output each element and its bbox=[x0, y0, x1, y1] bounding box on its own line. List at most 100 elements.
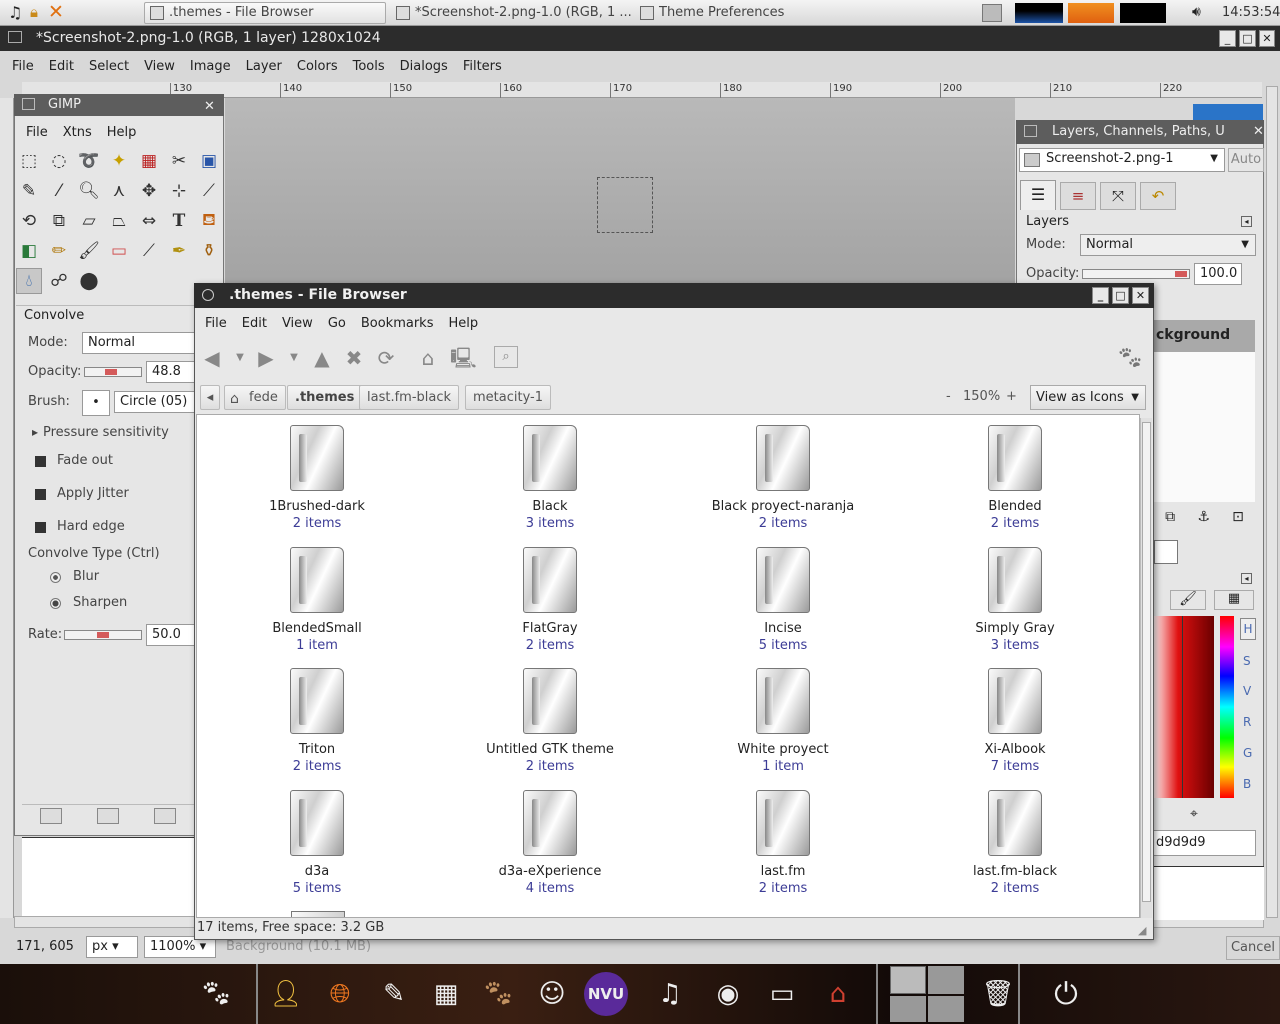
menu-bookmarks[interactable]: Bookmarks bbox=[361, 316, 434, 331]
menu-tools[interactable]: Tools bbox=[353, 59, 385, 74]
eraser-icon[interactable]: ▭ bbox=[106, 238, 132, 264]
calculator-icon[interactable]: ▦ bbox=[424, 972, 468, 1016]
fuzzy-select-icon[interactable]: ✦ bbox=[106, 148, 132, 174]
menu-layer[interactable]: Layer bbox=[246, 59, 282, 74]
file-icon-view[interactable]: 1Brushed-dark 2 items Black 3 items Black … bbox=[196, 414, 1140, 918]
tab-menu-icon[interactable]: ◂ bbox=[1241, 573, 1252, 584]
scroll-thumb[interactable] bbox=[1142, 422, 1151, 902]
tab-s[interactable]: S bbox=[1243, 654, 1251, 668]
dodge-burn-icon[interactable]: ⬤ bbox=[76, 268, 102, 294]
menu-help[interactable]: Help bbox=[448, 316, 478, 331]
clone-icon[interactable]: ⚱ bbox=[196, 238, 222, 264]
workspace-3[interactable] bbox=[890, 996, 926, 1022]
menu-go[interactable]: Go bbox=[328, 316, 346, 331]
stop-icon[interactable]: ✖ bbox=[342, 346, 366, 370]
sharpen-radio[interactable] bbox=[50, 598, 61, 609]
power-icon[interactable]: ⏻ bbox=[1044, 972, 1088, 1016]
color-swatch[interactable] bbox=[1154, 540, 1178, 564]
task-gimp-image[interactable]: *Screenshot-2.png-1.0 (RGB, 1 ... bbox=[390, 2, 632, 24]
view-mode-select[interactable]: View as Icons ▼ bbox=[1030, 385, 1146, 410]
restore-options-icon[interactable] bbox=[96, 807, 119, 824]
airbrush-icon[interactable]: ⟋ bbox=[136, 238, 162, 264]
zoom-out-button[interactable]: - bbox=[946, 389, 951, 404]
perspective-icon[interactable]: ⏢ bbox=[106, 208, 132, 234]
vertical-ruler[interactable] bbox=[0, 98, 14, 918]
color-picker-icon[interactable]: ⌖ bbox=[1190, 806, 1198, 822]
folder-item[interactable]: d3a 5 items bbox=[217, 790, 417, 897]
maximize-button[interactable]: □ bbox=[1239, 30, 1256, 47]
ink-icon[interactable]: ✒ bbox=[166, 238, 192, 264]
text-icon[interactable]: T bbox=[166, 208, 192, 234]
close-icon[interactable]: ✕ bbox=[204, 96, 215, 118]
rate-input[interactable]: 50.0 bbox=[146, 624, 194, 646]
apply-jitter-checkbox[interactable] bbox=[35, 489, 46, 500]
bucket-fill-icon[interactable]: ⛾ bbox=[196, 208, 222, 234]
image-canvas[interactable] bbox=[225, 98, 1263, 284]
color-select-icon[interactable]: ▦ bbox=[136, 148, 162, 174]
color-palette-icon[interactable]: ▦ bbox=[1214, 590, 1254, 610]
folder-item[interactable]: Simply Gray 3 items bbox=[915, 547, 1115, 654]
paths-icon[interactable]: ✎ bbox=[16, 178, 42, 204]
workspace-1[interactable] bbox=[890, 966, 926, 994]
user-icon[interactable]: 👤︎ bbox=[264, 972, 308, 1016]
window-menu-icon[interactable] bbox=[202, 289, 214, 301]
volume-icon[interactable]: 🔊︎ bbox=[1192, 4, 1201, 20]
unit-select[interactable]: px ▾ bbox=[86, 936, 138, 958]
tab-h[interactable]: H bbox=[1240, 618, 1256, 640]
delete-layer-icon[interactable]: ⊡ bbox=[1232, 509, 1244, 525]
computer-icon[interactable]: 🖳︎ bbox=[450, 346, 477, 370]
speaker-icon[interactable]: ◉ bbox=[706, 972, 750, 1016]
paintbrush-icon[interactable]: 🖌︎ bbox=[76, 238, 102, 264]
tab-b[interactable]: B bbox=[1243, 777, 1251, 791]
foot-icon[interactable]: 🐾︎ bbox=[194, 972, 238, 1016]
brush-name[interactable]: Circle (05) bbox=[114, 391, 194, 413]
scissors-icon[interactable]: ✂ bbox=[166, 148, 192, 174]
tab-v[interactable]: V bbox=[1243, 684, 1251, 698]
resize-grip-icon[interactable]: ◢ bbox=[1138, 924, 1146, 937]
color-picker-icon[interactable]: ⁄ bbox=[46, 178, 72, 204]
tab-layers[interactable]: ☰ bbox=[1020, 180, 1056, 210]
workspace-4[interactable] bbox=[928, 996, 964, 1022]
menu-colors[interactable]: Colors bbox=[297, 59, 338, 74]
folder-item[interactable]: Blended 2 items bbox=[915, 425, 1115, 532]
zoom-icon[interactable]: 🔍︎ bbox=[76, 178, 102, 204]
blend-icon[interactable]: ◧ bbox=[16, 238, 42, 264]
folder-item[interactable]: Black 3 items bbox=[450, 425, 650, 532]
reload-icon[interactable]: ⟳ bbox=[374, 346, 398, 370]
close-button[interactable]: ✕ bbox=[1132, 287, 1149, 304]
pencil-icon[interactable]: ✏ bbox=[46, 238, 72, 264]
smudge-icon[interactable]: ☍ bbox=[46, 268, 72, 294]
layer-opacity-slider[interactable] bbox=[1082, 269, 1190, 279]
task-theme-preferences[interactable]: Theme Preferences bbox=[634, 2, 834, 24]
cpu-graph[interactable] bbox=[1015, 3, 1063, 23]
measure-icon[interactable]: ⋏ bbox=[106, 178, 132, 204]
folder-item[interactable]: Untitled GTK theme 2 items bbox=[450, 668, 650, 775]
menu-edit[interactable]: Edit bbox=[242, 316, 267, 331]
menu-help[interactable]: Help bbox=[107, 125, 137, 140]
clock[interactable]: 14:53:54 bbox=[1222, 5, 1280, 20]
music-note-icon[interactable]: ♫ bbox=[8, 3, 22, 22]
brush-color-icon[interactable]: 🖌︎ bbox=[1170, 590, 1206, 610]
menu-xtns[interactable]: Xtns bbox=[63, 125, 92, 140]
task-file-browser[interactable]: .themes - File Browser bbox=[144, 2, 386, 24]
breadcrumb-lastfm-black[interactable]: last.fm-black bbox=[359, 385, 460, 410]
monitor-icon[interactable] bbox=[982, 4, 1002, 22]
tab-undo[interactable]: ↶ bbox=[1140, 182, 1176, 210]
tab-channels[interactable]: ≡ bbox=[1060, 182, 1096, 210]
hex-input[interactable]: d9d9d9 bbox=[1150, 830, 1256, 856]
nvu-icon[interactable]: NVU bbox=[584, 972, 628, 1016]
menu-image[interactable]: Image bbox=[190, 59, 231, 74]
scale-icon[interactable]: ⧉ bbox=[46, 208, 72, 234]
menu-file[interactable]: File bbox=[205, 316, 227, 331]
tab-menu-icon[interactable]: ◂ bbox=[1241, 216, 1252, 227]
fade-out-checkbox[interactable] bbox=[35, 456, 46, 467]
forward-icon[interactable]: ▶ bbox=[254, 346, 278, 370]
expander-arrow-icon[interactable]: ▸ bbox=[32, 425, 38, 439]
opacity-input[interactable]: 48.8 bbox=[146, 361, 194, 383]
align-icon[interactable]: ⊹ bbox=[166, 178, 192, 204]
window-menu-icon[interactable] bbox=[1024, 125, 1037, 137]
tab-g[interactable]: G bbox=[1243, 746, 1252, 760]
foreground-select-icon[interactable]: ▣ bbox=[196, 148, 222, 174]
menu-view[interactable]: View bbox=[144, 59, 175, 74]
close-x-icon[interactable]: ✕ bbox=[48, 1, 64, 23]
